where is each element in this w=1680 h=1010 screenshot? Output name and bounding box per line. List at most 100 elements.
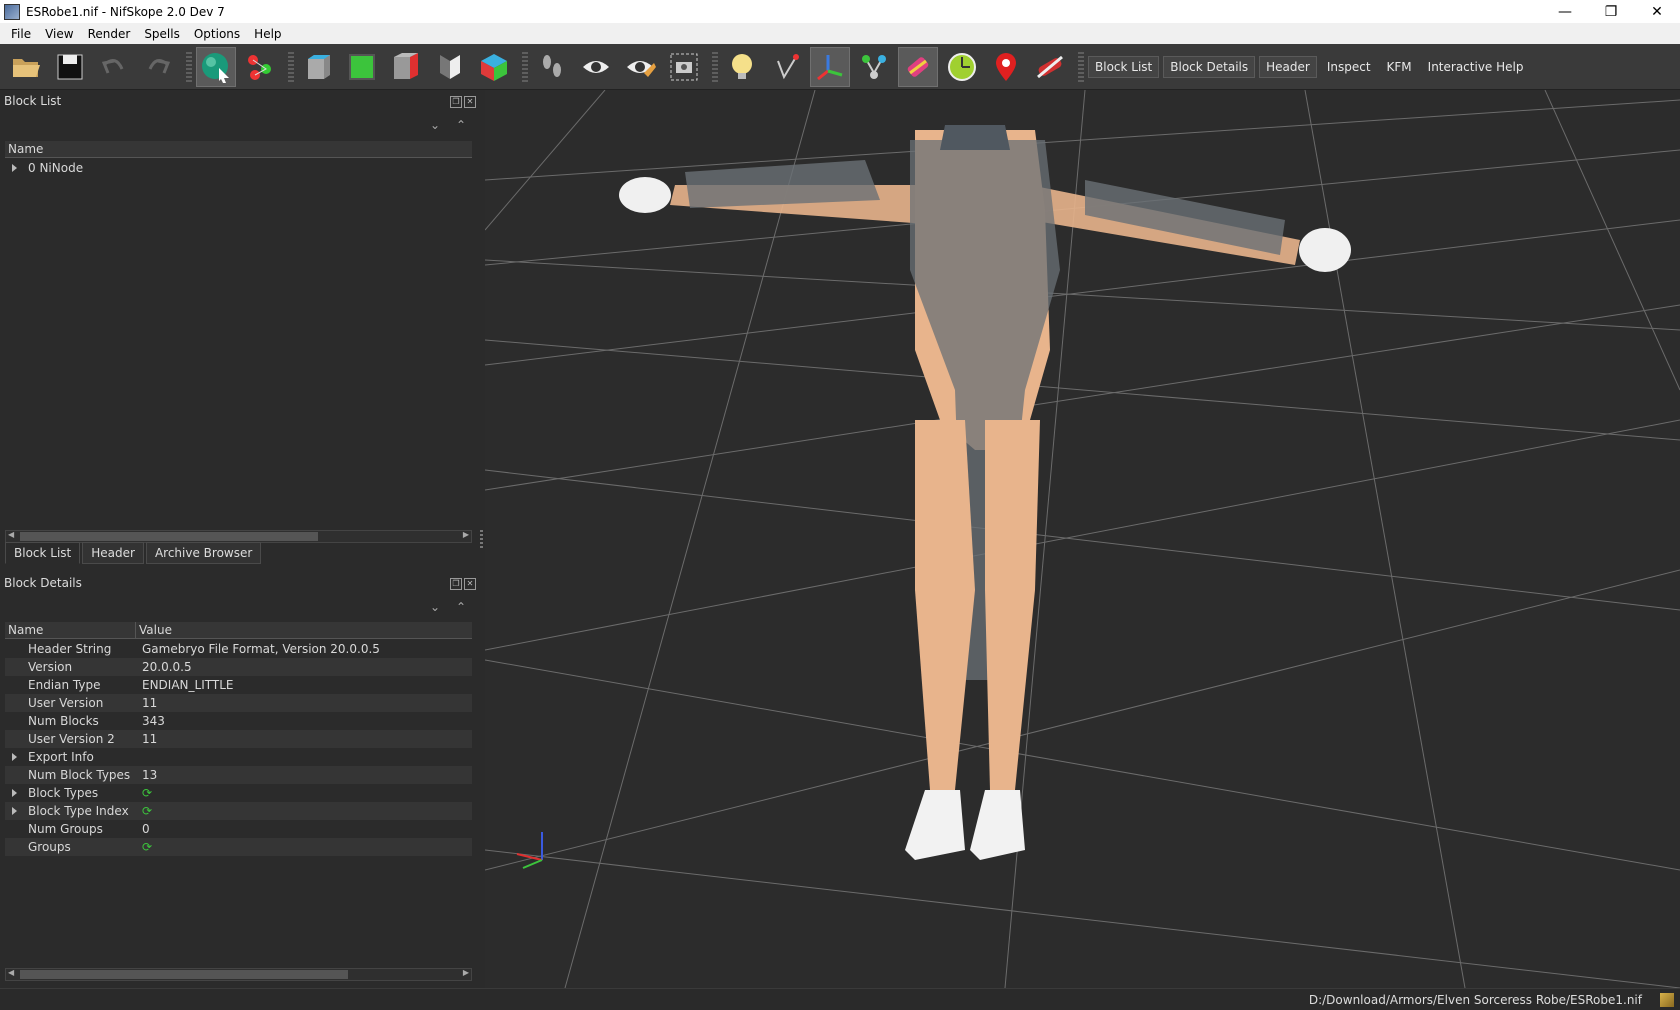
detail-row[interactable]: Version 20.0.0.5 (5, 658, 472, 676)
draw-axes-active-button[interactable] (810, 46, 850, 87)
draw-axes-button[interactable] (766, 47, 806, 87)
expand-all-icon[interactable]: ⌃ (456, 600, 466, 614)
draw-constraints-button[interactable] (1030, 47, 1070, 87)
toggle-block-list[interactable]: Block List (1088, 55, 1160, 78)
scroll-thumb[interactable] (20, 970, 348, 979)
block-details-hscrollbar[interactable]: ◀ ▶ (5, 968, 472, 981)
menu-view[interactable]: View (38, 27, 80, 41)
detail-value[interactable]: 0 (142, 822, 150, 836)
view-front-button[interactable] (298, 47, 338, 87)
column-name: Name (8, 142, 44, 156)
render-viewport[interactable] (485, 90, 1680, 988)
expand-all-icon[interactable]: ⌃ (456, 118, 466, 132)
select-mode-button[interactable] (196, 46, 236, 87)
view-red-cube-button[interactable] (386, 47, 426, 87)
light-button[interactable] (722, 47, 762, 87)
close-button[interactable]: ✕ (1634, 0, 1680, 23)
menu-spells[interactable]: Spells (137, 27, 187, 41)
expand-arrow-icon[interactable] (12, 164, 17, 172)
viewport-scene (485, 90, 1680, 988)
toggle-interactive-help[interactable]: Interactive Help (1422, 57, 1530, 77)
menu-file[interactable]: File (4, 27, 38, 41)
view-flip-icon (440, 54, 460, 79)
detail-row[interactable]: Block Types ⟳ (5, 784, 472, 802)
refresh-icon[interactable]: ⟳ (142, 840, 152, 854)
restore-button[interactable]: ❐ (1588, 0, 1634, 23)
detail-row[interactable]: User Version 11 (5, 694, 472, 712)
toggle-inspect[interactable]: Inspect (1321, 57, 1377, 77)
undo-button[interactable] (94, 47, 134, 87)
collapse-all-icon[interactable]: ⌄ (430, 118, 440, 132)
draw-markers-button[interactable] (986, 47, 1026, 87)
scroll-left-icon[interactable]: ◀ (8, 530, 14, 539)
detail-row[interactable]: Endian Type ENDIAN_LITTLE (5, 676, 472, 694)
detail-name: Block Type Index (28, 804, 129, 818)
float-icon[interactable]: ❐ (450, 578, 462, 590)
app-icon (4, 3, 20, 20)
view-green-cube-button[interactable] (342, 47, 382, 87)
detail-row[interactable]: Block Type Index ⟳ (5, 802, 472, 820)
expand-arrow-icon[interactable] (12, 789, 17, 797)
detail-name: Groups (28, 840, 71, 854)
main-toolbar: Block List Block Details Header Inspect … (0, 44, 1680, 90)
tab-archive-browser[interactable]: Archive Browser (145, 542, 262, 564)
draw-furniture-button[interactable] (942, 47, 982, 87)
column-value: Value (135, 621, 172, 639)
minimize-button[interactable]: — (1542, 0, 1588, 23)
menu-options[interactable]: Options (187, 27, 247, 41)
float-icon[interactable]: ❐ (450, 96, 462, 108)
expand-arrow-icon[interactable] (12, 807, 17, 815)
detail-name: User Version (28, 696, 104, 710)
detail-row[interactable]: Header String Gamebryo File Format, Versi… (5, 640, 472, 658)
view-user-button[interactable] (474, 47, 514, 87)
close-icon[interactable]: ✕ (464, 96, 476, 108)
walk-button[interactable] (532, 47, 572, 87)
panel-splitter[interactable] (480, 530, 483, 548)
menu-render[interactable]: Render (81, 27, 138, 41)
tab-header[interactable]: Header (82, 542, 144, 564)
show-button[interactable] (576, 47, 616, 87)
detail-row[interactable]: Num Blocks 343 (5, 712, 472, 730)
scroll-right-icon[interactable]: ▶ (463, 968, 469, 977)
detail-row[interactable]: Export Info (5, 748, 472, 766)
detail-row[interactable]: Num Block Types 13 (5, 766, 472, 784)
tab-block-list[interactable]: Block List (5, 542, 81, 564)
detail-value[interactable]: 13 (142, 768, 157, 782)
detail-value[interactable]: 20.0.0.5 (142, 660, 192, 674)
detail-value[interactable]: ENDIAN_LITTLE (142, 678, 233, 692)
save-button[interactable] (50, 47, 90, 87)
show-hidden-button[interactable] (620, 47, 660, 87)
detail-value[interactable]: 343 (142, 714, 165, 728)
detail-row[interactable]: Num Groups 0 (5, 820, 472, 838)
detail-row[interactable]: User Version 2 11 (5, 730, 472, 748)
column-name: Name (8, 623, 44, 637)
detail-row[interactable]: Groups ⟳ (5, 838, 472, 856)
detail-value[interactable]: 11 (142, 732, 157, 746)
draw-nodes-button[interactable] (854, 47, 894, 87)
transform-button[interactable] (240, 47, 280, 87)
scroll-right-icon[interactable]: ▶ (463, 530, 469, 539)
detail-value[interactable]: Gamebryo File Format, Version 20.0.0.5 (142, 642, 380, 656)
toggle-kfm[interactable]: KFM (1381, 57, 1418, 77)
view-flip-button[interactable] (430, 47, 470, 87)
redo-button[interactable] (138, 47, 178, 87)
refresh-icon[interactable]: ⟳ (142, 804, 152, 818)
draw-havok-icon (907, 56, 929, 77)
toggle-block-details[interactable]: Block Details (1163, 55, 1256, 78)
open-button[interactable] (6, 47, 46, 87)
character-model[interactable] (619, 125, 1351, 860)
block-list-header[interactable]: Name (5, 141, 472, 158)
scroll-thumb[interactable] (20, 532, 318, 541)
toggle-header[interactable]: Header (1259, 55, 1317, 78)
expand-arrow-icon[interactable] (12, 753, 17, 761)
tree-row[interactable]: 0 NiNode (5, 159, 472, 177)
screenshot-button[interactable] (664, 47, 704, 87)
collapse-all-icon[interactable]: ⌄ (430, 600, 440, 614)
menu-help[interactable]: Help (247, 27, 288, 41)
block-details-header[interactable]: Name Value (5, 621, 472, 639)
scroll-left-icon[interactable]: ◀ (8, 968, 14, 977)
draw-havok-button[interactable] (898, 46, 938, 87)
detail-value[interactable]: 11 (142, 696, 157, 710)
close-icon[interactable]: ✕ (464, 578, 476, 590)
refresh-icon[interactable]: ⟳ (142, 786, 152, 800)
